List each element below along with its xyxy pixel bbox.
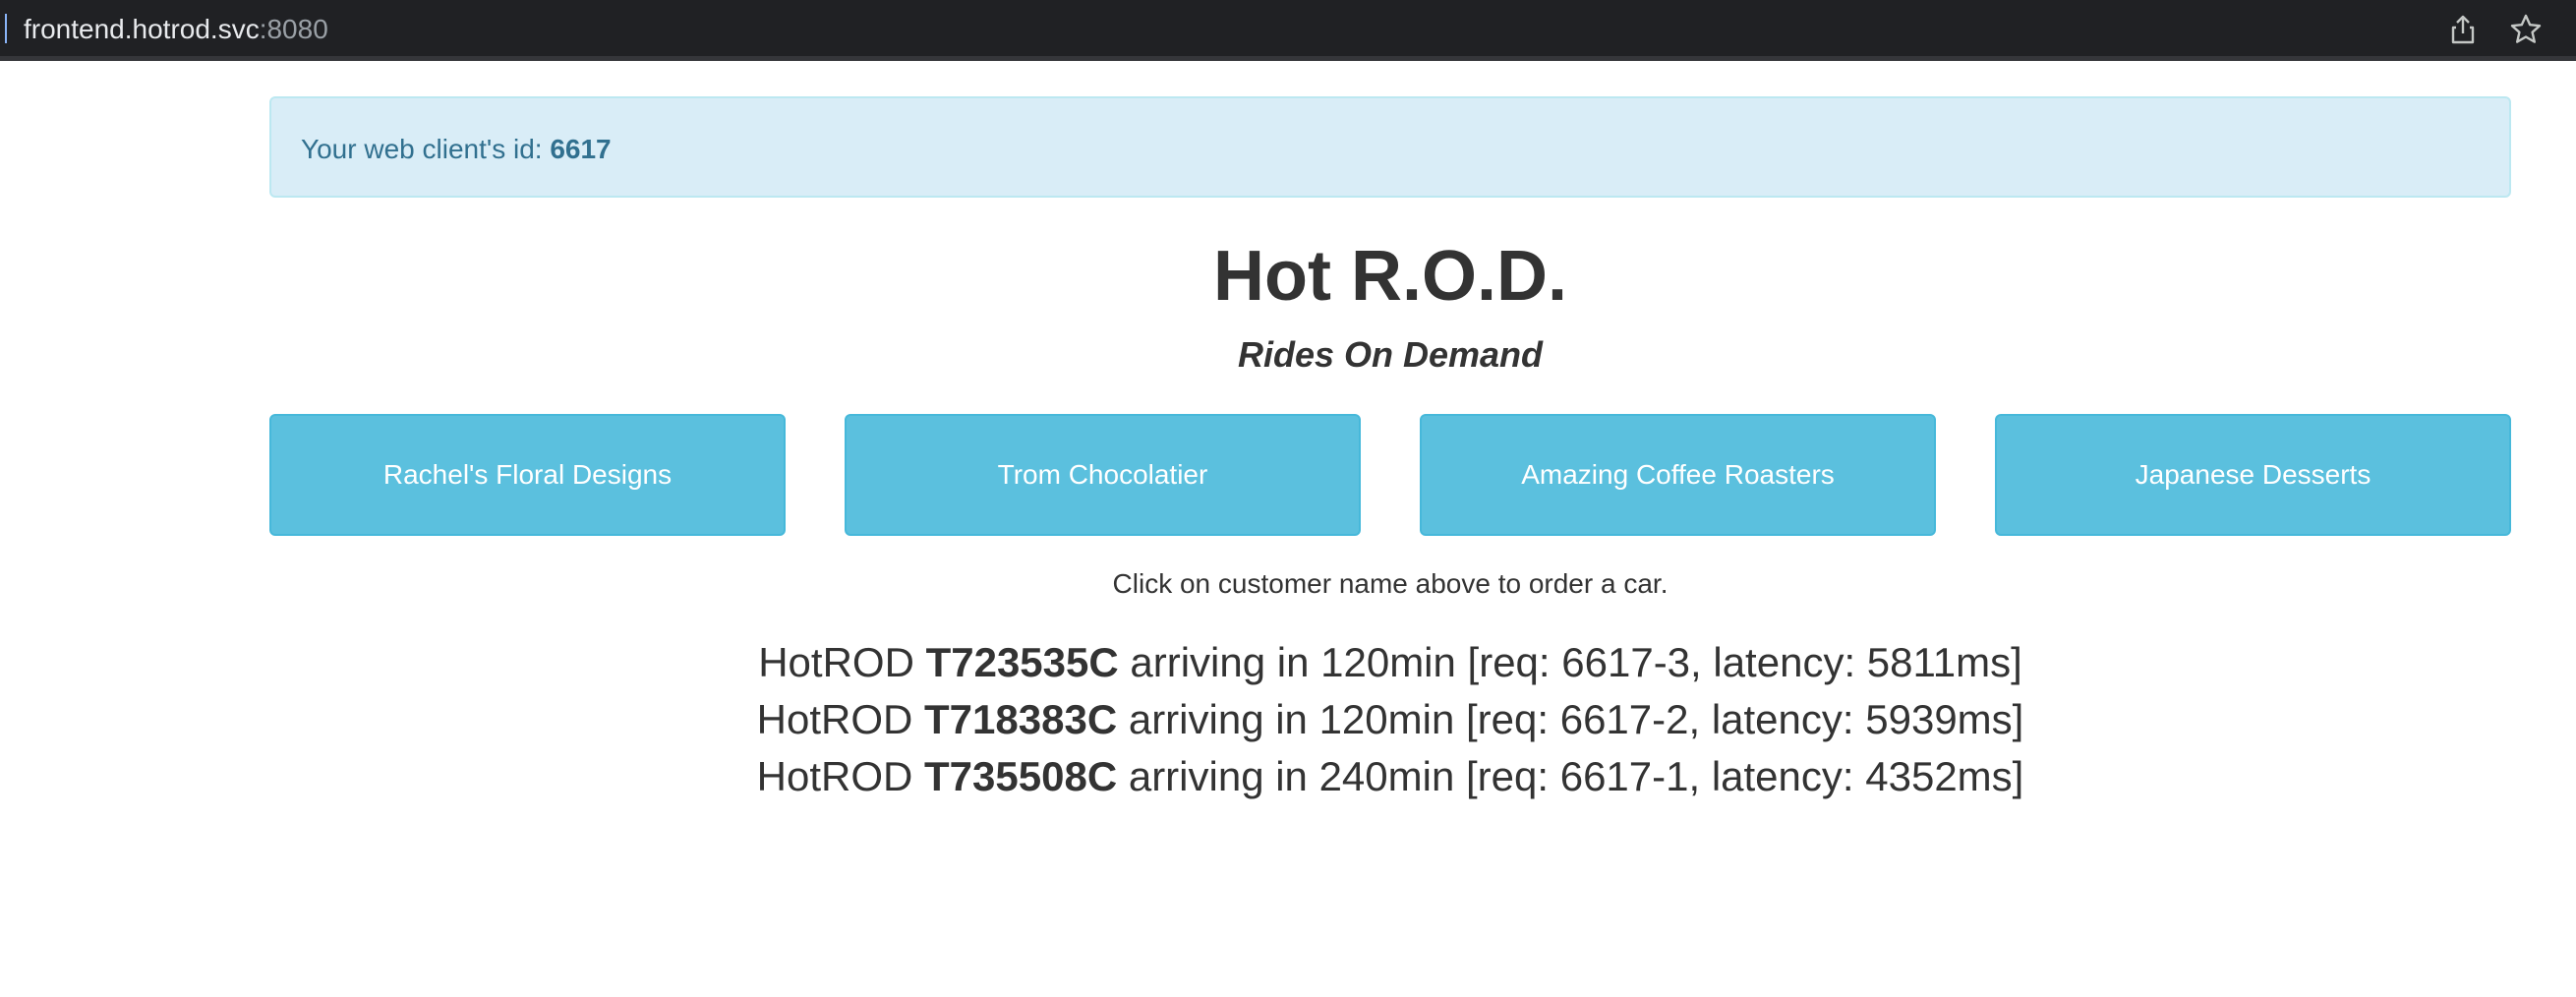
client-id-value: 6617 bbox=[550, 134, 612, 164]
customer-buttons: Rachel's Floral Designs Trom Chocolatier… bbox=[269, 414, 2511, 536]
ride-prefix: HotROD bbox=[756, 696, 925, 742]
ride-plate: T735508C bbox=[924, 753, 1118, 799]
customer-button-rachels-floral-designs[interactable]: Rachel's Floral Designs bbox=[269, 414, 786, 536]
ride-prefix: HotROD bbox=[758, 639, 926, 685]
customer-button-amazing-coffee-roasters[interactable]: Amazing Coffee Roasters bbox=[1420, 414, 1936, 536]
alert-prefix: Your web client's id: bbox=[301, 134, 551, 164]
customer-button-trom-chocolatier[interactable]: Trom Chocolatier bbox=[845, 414, 1361, 536]
ride-details: arriving in 120min [req: 6617-3, latency… bbox=[1118, 639, 2022, 685]
ride-item: HotROD T735508C arriving in 240min [req:… bbox=[269, 748, 2511, 805]
star-icon[interactable] bbox=[2509, 13, 2543, 46]
share-icon[interactable] bbox=[2446, 13, 2480, 46]
customer-button-japanese-desserts[interactable]: Japanese Desserts bbox=[1995, 414, 2511, 536]
order-hint: Click on customer name above to order a … bbox=[1112, 568, 1669, 599]
ride-details: arriving in 240min [req: 6617-1, latency… bbox=[1117, 753, 2024, 799]
ride-item: HotROD T718383C arriving in 120min [req:… bbox=[269, 691, 2511, 748]
text-caret bbox=[5, 14, 7, 43]
browser-toolbar: frontend.hotrod.svc:8080 bbox=[0, 0, 2576, 61]
ride-prefix: HotROD bbox=[756, 753, 925, 799]
ride-list: HotROD T723535C arriving in 120min [req:… bbox=[269, 634, 2511, 805]
ride-plate: T723535C bbox=[925, 639, 1119, 685]
url-port: :8080 bbox=[259, 14, 328, 44]
page-subtitle: Rides On Demand bbox=[1237, 334, 1544, 375]
ride-plate: T718383C bbox=[924, 696, 1118, 742]
ride-item: HotROD T723535C arriving in 120min [req:… bbox=[269, 634, 2511, 691]
url-host: frontend.hotrod.svc bbox=[24, 14, 260, 44]
ride-details: arriving in 120min [req: 6617-2, latency… bbox=[1117, 696, 2024, 742]
client-id-alert: Your web client's id: 6617 bbox=[269, 96, 2511, 198]
page-title: Hot R.O.D. bbox=[1213, 237, 1567, 316]
address-bar[interactable]: frontend.hotrod.svc:8080 bbox=[24, 12, 328, 47]
